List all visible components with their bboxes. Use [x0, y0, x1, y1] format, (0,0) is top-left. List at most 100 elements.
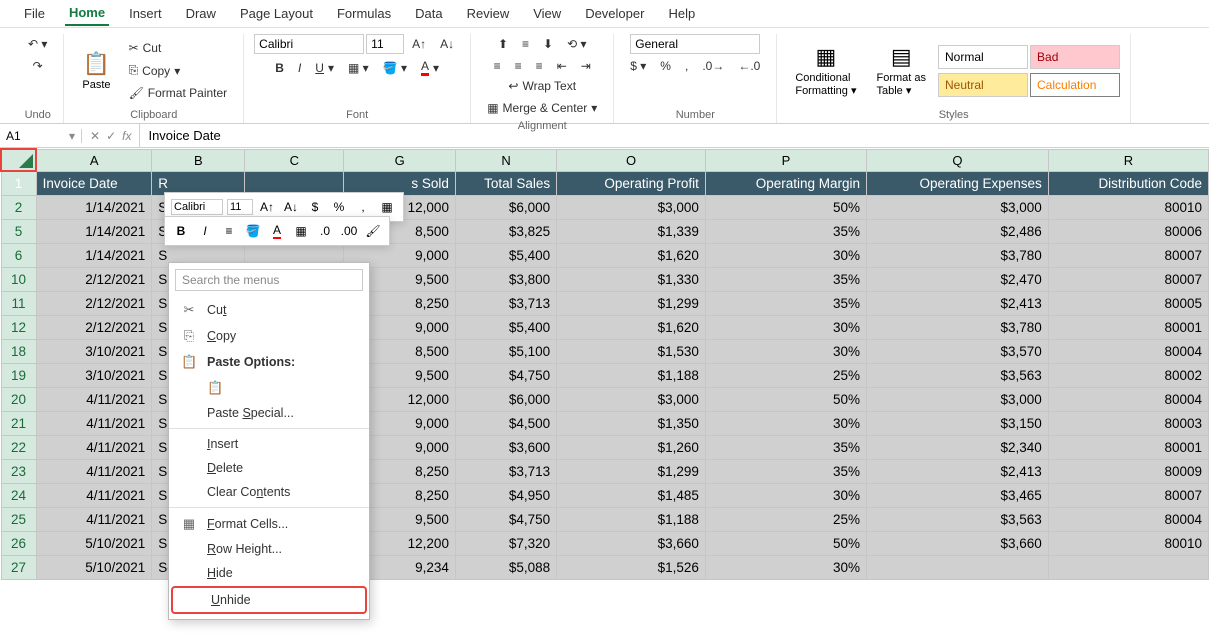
cell[interactable]: 4/11/2021 [36, 411, 152, 435]
row-header[interactable]: 23 [1, 459, 36, 483]
ctx-format-cells[interactable]: ▦Format Cells... [169, 511, 369, 537]
mini-align-icon[interactable]: ≡ [219, 221, 239, 241]
cell[interactable]: $3,000 [557, 387, 706, 411]
cell[interactable]: $1,526 [557, 555, 706, 579]
col-header-g[interactable]: G [344, 149, 456, 171]
col-header-r[interactable]: R [1048, 149, 1208, 171]
menu-help[interactable]: Help [664, 2, 699, 25]
style-normal[interactable]: Normal [938, 45, 1028, 69]
cell[interactable]: 30% [705, 339, 866, 363]
ctx-hide[interactable]: Hide [169, 561, 369, 585]
cell[interactable]: 80007 [1048, 267, 1208, 291]
conditional-formatting-button[interactable]: ▦ ConditionalFormatting ▾ [787, 40, 864, 101]
cell[interactable]: 35% [705, 435, 866, 459]
style-calculation[interactable]: Calculation [1030, 73, 1120, 97]
ctx-insert[interactable]: Insert [169, 432, 369, 456]
ctx-cut[interactable]: ✂Cut [169, 297, 369, 323]
cell[interactable]: $3,000 [557, 195, 706, 219]
cell[interactable]: Operating Margin [705, 171, 866, 195]
increase-decimal-icon[interactable]: .0→ [696, 56, 730, 76]
mini-table-icon[interactable]: ▦ [377, 197, 397, 217]
mini-italic-icon[interactable]: I [195, 221, 215, 241]
mini-fill-icon[interactable]: 🪣 [243, 221, 263, 241]
decrease-decimal-icon[interactable]: ←.0 [732, 56, 766, 76]
cell[interactable]: $4,750 [455, 507, 556, 531]
cell[interactable]: $2,413 [867, 459, 1049, 483]
cell[interactable]: $5,400 [455, 243, 556, 267]
cell[interactable]: $4,750 [455, 363, 556, 387]
cell[interactable]: $3,465 [867, 483, 1049, 507]
row-header[interactable]: 10 [1, 267, 36, 291]
align-left-icon[interactable]: ≡ [488, 56, 507, 76]
cell[interactable]: $3,000 [867, 195, 1049, 219]
menu-draw[interactable]: Draw [182, 2, 220, 25]
cell[interactable]: 4/11/2021 [36, 459, 152, 483]
orientation-icon[interactable]: ⟲ ▾ [561, 34, 592, 54]
cell[interactable]: $2,486 [867, 219, 1049, 243]
cell[interactable]: 4/11/2021 [36, 435, 152, 459]
decrease-indent-icon[interactable]: ⇤ [551, 56, 573, 76]
menu-page-layout[interactable]: Page Layout [236, 2, 317, 25]
cell[interactable]: 3/10/2021 [36, 339, 152, 363]
number-format-select[interactable] [630, 34, 760, 54]
style-neutral[interactable]: Neutral [938, 73, 1028, 97]
cell[interactable]: $3,780 [867, 315, 1049, 339]
cell[interactable]: $4,500 [455, 411, 556, 435]
cell[interactable]: 80005 [1048, 291, 1208, 315]
cell[interactable]: $1,350 [557, 411, 706, 435]
col-header-n[interactable]: N [455, 149, 556, 171]
row-header[interactable]: 6 [1, 243, 36, 267]
ctx-row-height[interactable]: Row Height... [169, 537, 369, 561]
row-header[interactable]: 19 [1, 363, 36, 387]
cell[interactable]: $3,600 [455, 435, 556, 459]
cell[interactable]: $3,563 [867, 363, 1049, 387]
comma-icon[interactable]: , [679, 56, 694, 76]
underline-button[interactable]: U ▾ [309, 58, 340, 78]
cell[interactable]: 80006 [1048, 219, 1208, 243]
menu-formulas[interactable]: Formulas [333, 2, 395, 25]
cell[interactable]: 2/12/2021 [36, 267, 152, 291]
mini-font-size[interactable] [227, 199, 253, 215]
cell[interactable] [1048, 555, 1208, 579]
ctx-copy[interactable]: ⎘Copy [169, 323, 369, 349]
cell[interactable]: $1,620 [557, 315, 706, 339]
cell[interactable]: 2/12/2021 [36, 291, 152, 315]
cell[interactable]: 80007 [1048, 243, 1208, 267]
cell[interactable]: 2/12/2021 [36, 315, 152, 339]
format-as-table-button[interactable]: ▤ Format asTable ▾ [869, 40, 935, 101]
cell[interactable]: 30% [705, 555, 866, 579]
cell[interactable]: 4/11/2021 [36, 507, 152, 531]
cell[interactable]: $3,000 [867, 387, 1049, 411]
cell[interactable]: 80010 [1048, 531, 1208, 555]
cell[interactable]: 80001 [1048, 315, 1208, 339]
cell[interactable]: 80009 [1048, 459, 1208, 483]
copy-button[interactable]: ⎘ Copy ▾ [123, 60, 234, 81]
cell[interactable]: $4,950 [455, 483, 556, 507]
menu-review[interactable]: Review [463, 2, 514, 25]
fx-icon[interactable]: fx [122, 129, 131, 143]
increase-font-icon[interactable]: A↑ [406, 34, 432, 54]
ctx-delete[interactable]: Delete [169, 456, 369, 480]
menu-file[interactable]: File [20, 2, 49, 25]
row-header[interactable]: 21 [1, 411, 36, 435]
col-header-b[interactable]: B [152, 149, 245, 171]
cell[interactable]: 80003 [1048, 411, 1208, 435]
ctx-clear-contents[interactable]: Clear Contents [169, 480, 369, 504]
cell[interactable]: 35% [705, 291, 866, 315]
cell[interactable]: $1,299 [557, 291, 706, 315]
row-header[interactable]: 24 [1, 483, 36, 507]
merge-center-button[interactable]: ▦ Merge & Center ▾ [481, 98, 603, 118]
col-header-p[interactable]: P [705, 149, 866, 171]
cell[interactable]: 80004 [1048, 507, 1208, 531]
context-search-input[interactable]: Search the menus [175, 269, 363, 291]
mini-inc-dec-icon[interactable]: .0 [315, 221, 335, 241]
row-header[interactable]: 25 [1, 507, 36, 531]
redo-button[interactable]: ↷ [27, 56, 49, 76]
cell[interactable]: $3,660 [557, 531, 706, 555]
cell[interactable]: Total Sales [455, 171, 556, 195]
align-bottom-icon[interactable]: ⬇ [537, 34, 559, 54]
cell[interactable]: 80004 [1048, 387, 1208, 411]
cell[interactable]: 5/10/2021 [36, 555, 152, 579]
cell[interactable]: $3,780 [867, 243, 1049, 267]
cell[interactable]: 80007 [1048, 483, 1208, 507]
